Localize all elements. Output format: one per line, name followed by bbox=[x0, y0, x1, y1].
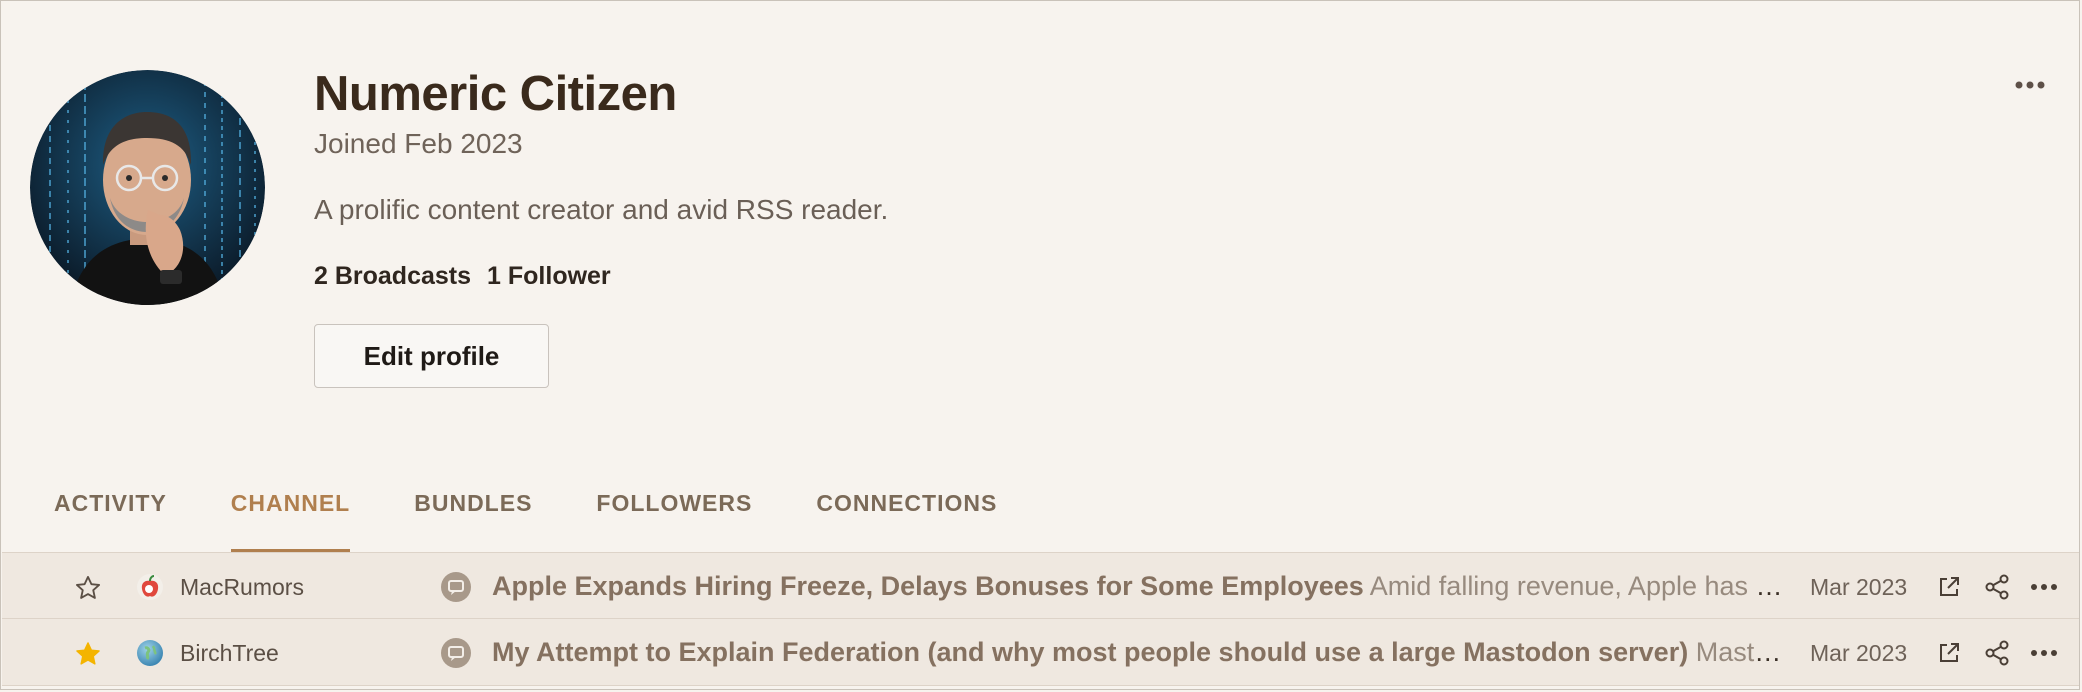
globe-feed-icon bbox=[137, 640, 163, 666]
comment-icon[interactable] bbox=[440, 637, 472, 669]
avatar bbox=[30, 70, 265, 305]
profile-tabs: ACTIVITY CHANNEL BUNDLES FOLLOWERS CONNE… bbox=[54, 472, 1061, 552]
item-headline[interactable]: Apple Expands Hiring Freeze, Delays Bonu… bbox=[492, 571, 1364, 601]
comment-icon[interactable] bbox=[440, 571, 472, 603]
tab-followers[interactable]: FOLLOWERS bbox=[596, 472, 752, 552]
ellipsis-icon bbox=[2015, 81, 2045, 89]
open-external-button[interactable] bbox=[1934, 572, 1964, 602]
share-button[interactable] bbox=[1982, 572, 2012, 602]
item-more-button[interactable] bbox=[2029, 638, 2059, 668]
source-name[interactable]: BirchTree bbox=[180, 640, 279, 667]
list-item[interactable]: MacRumors Apple Expands Hiring Freeze, D… bbox=[2, 552, 2080, 619]
star-outline-icon[interactable] bbox=[74, 574, 102, 602]
share-button[interactable] bbox=[1982, 638, 2012, 668]
broadcasts-count[interactable]: 2 Broadcasts bbox=[314, 262, 471, 291]
share-icon bbox=[1985, 574, 2009, 600]
share-icon bbox=[1985, 640, 2009, 666]
tab-connections[interactable]: CONNECTIONS bbox=[816, 472, 997, 552]
external-link-icon bbox=[1940, 577, 1959, 596]
external-link-icon bbox=[1940, 643, 1959, 662]
apple-feed-icon bbox=[137, 574, 163, 600]
ellipsis-icon bbox=[2031, 650, 2057, 656]
joined-date: Joined Feb 2023 bbox=[314, 128, 523, 159]
profile-name: Numeric Citizen bbox=[314, 67, 677, 121]
list-item[interactable]: BirchTree My Attempt to Explain Federati… bbox=[2, 619, 2080, 686]
channel-list: MacRumors Apple Expands Hiring Freeze, D… bbox=[2, 552, 2080, 686]
open-external-button[interactable] bbox=[1934, 638, 1964, 668]
star-filled-icon[interactable] bbox=[74, 640, 102, 668]
item-date: Mar 2023 bbox=[1810, 640, 1908, 666]
item-excerpt: Masto.h... bbox=[1695, 637, 1790, 667]
followers-count[interactable]: 1 Follower bbox=[487, 262, 611, 291]
tab-bundles[interactable]: BUNDLES bbox=[414, 472, 532, 552]
item-content[interactable]: My Attempt to Explain Federation (and wh… bbox=[492, 637, 1790, 668]
tab-activity[interactable]: ACTIVITY bbox=[54, 472, 167, 552]
ellipsis-icon bbox=[2031, 584, 2057, 590]
item-excerpt: Amid falling revenue, Apple has de... bbox=[1369, 571, 1790, 601]
profile-more-button[interactable] bbox=[2012, 70, 2048, 100]
edit-profile-button[interactable]: Edit profile bbox=[314, 324, 549, 388]
item-content[interactable]: Apple Expands Hiring Freeze, Delays Bonu… bbox=[492, 571, 1790, 602]
profile-stats: 2 Broadcasts 1 Follower bbox=[314, 262, 611, 291]
item-more-button[interactable] bbox=[2029, 572, 2059, 602]
profile-bio: A prolific content creator and avid RSS … bbox=[314, 194, 889, 225]
tab-channel[interactable]: CHANNEL bbox=[230, 472, 351, 552]
item-date: Mar 2023 bbox=[1810, 574, 1908, 600]
item-headline[interactable]: My Attempt to Explain Federation (and wh… bbox=[492, 637, 1688, 667]
source-name[interactable]: MacRumors bbox=[180, 574, 304, 601]
